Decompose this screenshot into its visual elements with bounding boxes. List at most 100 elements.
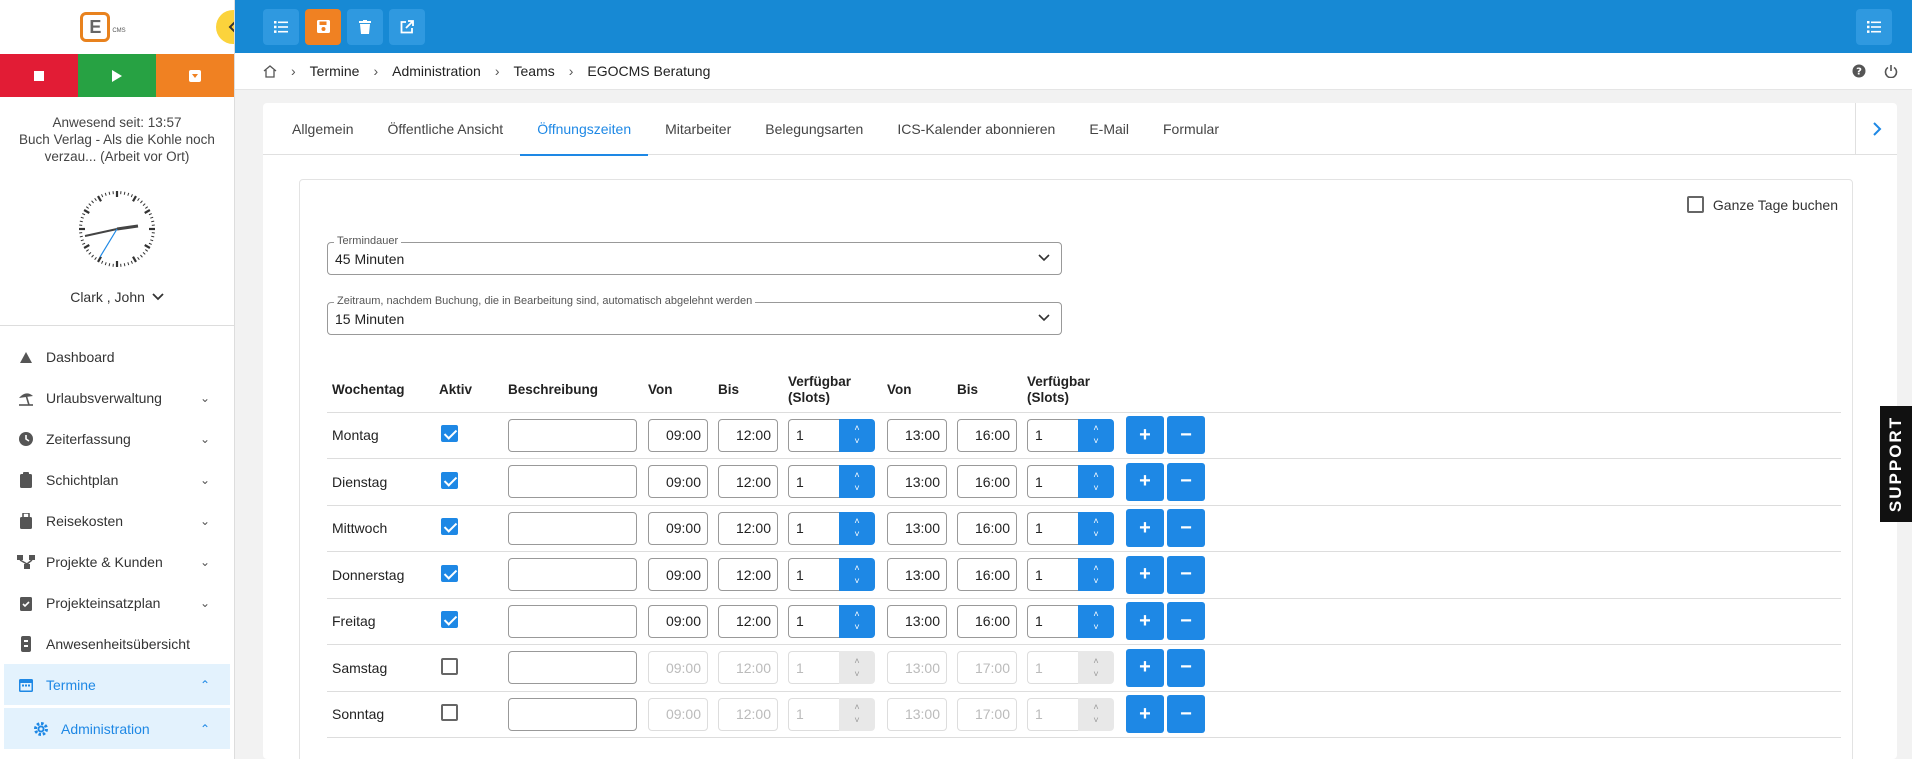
fullday-checkbox-box[interactable] xyxy=(1686,196,1704,213)
chevron-down-icon[interactable]: ˅ xyxy=(1093,482,1098,495)
slots-stepper-2[interactable]: 1 ˄ ˅ xyxy=(1027,697,1114,731)
stepper-buttons[interactable]: ˄ ˅ xyxy=(1078,697,1114,731)
stop-button[interactable] xyxy=(0,54,78,97)
sidebar-item-anwesenheitsuebersicht[interactable]: Anwesenheitsübersicht xyxy=(4,623,230,664)
stepper-buttons[interactable]: ˄ ˅ xyxy=(1078,604,1114,638)
chevron-up-icon[interactable]: ˄ xyxy=(1093,655,1098,668)
description-input[interactable] xyxy=(508,465,637,499)
stepper-buttons[interactable]: ˄ ˅ xyxy=(839,465,875,499)
sidebar-item-reisekosten[interactable]: Reisekosten ⌄ xyxy=(4,500,230,541)
sidebar-item-urlaubsverwaltung[interactable]: Urlaubsverwaltung ⌄ xyxy=(4,377,230,418)
chevron-down-icon[interactable]: ˅ xyxy=(1093,668,1098,681)
time-from-input-2[interactable]: 13:00 xyxy=(887,418,947,452)
tab-4[interactable]: Belegungsarten xyxy=(748,103,880,155)
sidebar-item-administration[interactable]: Administration ⌃ xyxy=(4,708,230,749)
chevron-down-icon[interactable]: ˅ xyxy=(854,714,859,727)
remove-slot-button[interactable]: − xyxy=(1167,462,1205,501)
time-to-input[interactable]: 12:00 xyxy=(718,604,778,638)
time-from-input[interactable]: 09:00 xyxy=(648,418,708,452)
dropdown-button[interactable] xyxy=(156,54,234,97)
slots-value[interactable]: 1 xyxy=(788,418,839,452)
slots-value[interactable]: 1 xyxy=(788,651,839,685)
tab-1[interactable]: Öffentliche Ansicht xyxy=(370,103,520,155)
sidebar-item-termine[interactable]: Termine ⌃ xyxy=(4,664,230,705)
home-icon[interactable] xyxy=(263,64,277,78)
description-input[interactable] xyxy=(508,604,637,638)
stepper-buttons[interactable]: ˄ ˅ xyxy=(1078,465,1114,499)
time-to-input-2[interactable]: 16:00 xyxy=(957,604,1017,638)
support-tab[interactable]: SUPPORT xyxy=(1880,406,1912,522)
chevron-up-icon[interactable]: ˄ xyxy=(854,469,859,482)
tab-7[interactable]: Formular xyxy=(1146,103,1236,155)
tab-5[interactable]: ICS-Kalender abonnieren xyxy=(880,103,1072,155)
chevron-up-icon[interactable]: ˄ xyxy=(854,562,859,575)
slots-stepper-2[interactable]: 1 ˄ ˅ xyxy=(1027,465,1114,499)
description-input[interactable] xyxy=(508,697,637,731)
remove-slot-button[interactable]: − xyxy=(1167,509,1205,548)
stepper-buttons[interactable]: ˄ ˅ xyxy=(839,511,875,545)
breadcrumb-teams[interactable]: Teams xyxy=(514,63,555,79)
chevron-up-icon[interactable]: ˄ xyxy=(1093,515,1098,528)
time-to-input[interactable]: 12:00 xyxy=(718,418,778,452)
tab-3[interactable]: Mitarbeiter xyxy=(648,103,748,155)
tab-0[interactable]: Allgemein xyxy=(275,103,370,155)
stepper-buttons[interactable]: ˄ ˅ xyxy=(1078,558,1114,592)
chevron-down-icon[interactable]: ˅ xyxy=(854,528,859,541)
time-to-input-2[interactable]: 16:00 xyxy=(957,465,1017,499)
active-checkbox[interactable] xyxy=(441,564,458,582)
time-to-input-2[interactable]: 16:00 xyxy=(957,418,1017,452)
description-input[interactable] xyxy=(508,651,637,685)
open-external-button[interactable] xyxy=(389,8,425,45)
stepper-buttons[interactable]: ˄ ˅ xyxy=(839,604,875,638)
chevron-down-icon[interactable]: ˅ xyxy=(854,435,859,448)
sidebar-item-projekteinsatzplan[interactable]: Projekteinsatzplan ⌄ xyxy=(4,582,230,623)
chevron-down-icon[interactable]: ˅ xyxy=(854,668,859,681)
delete-button[interactable] xyxy=(347,8,383,45)
remove-slot-button[interactable]: − xyxy=(1167,416,1205,455)
chevron-down-icon[interactable]: ˅ xyxy=(1093,435,1098,448)
slots-value[interactable]: 1 xyxy=(1027,511,1078,545)
sidebar-item-zeiterfassung[interactable]: Zeiterfassung ⌄ xyxy=(4,418,230,459)
add-slot-button[interactable]: + xyxy=(1126,648,1164,687)
stepper-buttons[interactable]: ˄ ˅ xyxy=(1078,418,1114,452)
chevron-down-icon[interactable]: ˅ xyxy=(1093,528,1098,541)
slots-value[interactable]: 1 xyxy=(788,558,839,592)
duration-select[interactable]: Termindauer 45 Minuten xyxy=(327,235,1062,275)
slots-stepper[interactable]: 1 ˄ ˅ xyxy=(788,651,875,685)
power-icon[interactable] xyxy=(1884,64,1898,78)
slots-stepper[interactable]: 1 ˄ ˅ xyxy=(788,558,875,592)
time-from-input-2[interactable]: 13:00 xyxy=(887,511,947,545)
slots-stepper[interactable]: 1 ˄ ˅ xyxy=(788,697,875,731)
active-checkbox[interactable] xyxy=(441,611,458,629)
slots-value[interactable]: 1 xyxy=(788,697,839,731)
remove-slot-button[interactable]: − xyxy=(1167,695,1205,734)
time-from-input[interactable]: 09:00 xyxy=(648,651,708,685)
chevron-up-icon[interactable]: ˄ xyxy=(854,701,859,714)
tab-scroll-next-button[interactable] xyxy=(1855,103,1897,155)
slots-stepper-2[interactable]: 1 ˄ ˅ xyxy=(1027,651,1114,685)
slots-stepper-2[interactable]: 1 ˄ ˅ xyxy=(1027,604,1114,638)
sidebar-item-dashboard[interactable]: Dashboard xyxy=(4,336,230,377)
user-menu[interactable]: Clark , John xyxy=(0,289,234,305)
slots-value[interactable]: 1 xyxy=(788,465,839,499)
save-button[interactable] xyxy=(305,8,341,45)
breadcrumb-termine[interactable]: Termine xyxy=(310,63,360,79)
time-to-input-2[interactable]: 16:00 xyxy=(957,511,1017,545)
help-icon[interactable]: ? xyxy=(1852,64,1866,78)
slots-value[interactable]: 1 xyxy=(788,511,839,545)
active-checkbox[interactable] xyxy=(441,425,458,443)
stepper-buttons[interactable]: ˄ ˅ xyxy=(839,651,875,685)
chevron-down-icon[interactable]: ˅ xyxy=(854,482,859,495)
time-to-input[interactable]: 12:00 xyxy=(718,511,778,545)
auto-reject-select[interactable]: Zeitraum, nachdem Buchung, die in Bearbe… xyxy=(327,295,1062,335)
time-to-input-2[interactable]: 16:00 xyxy=(957,558,1017,592)
time-from-input[interactable]: 09:00 xyxy=(648,697,708,731)
sidebar-item-schichtplan[interactable]: Schichtplan ⌄ xyxy=(4,459,230,500)
breadcrumb-administration[interactable]: Administration xyxy=(392,63,481,79)
tab-2[interactable]: Öffnungszeiten xyxy=(520,103,649,156)
chevron-up-icon[interactable]: ˄ xyxy=(854,422,859,435)
chevron-down-icon[interactable]: ˅ xyxy=(1093,714,1098,727)
time-from-input-2[interactable]: 13:00 xyxy=(887,604,947,638)
stepper-buttons[interactable]: ˄ ˅ xyxy=(1078,511,1114,545)
remove-slot-button[interactable]: − xyxy=(1167,602,1205,641)
